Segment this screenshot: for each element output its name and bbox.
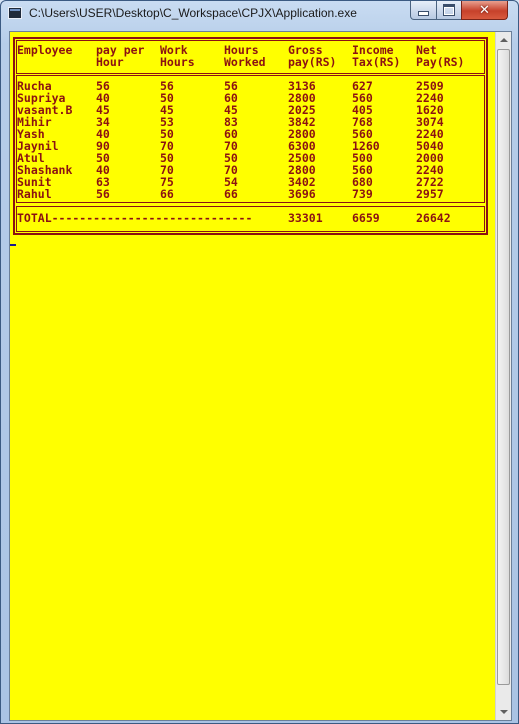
console-client-area[interactable]: Employee pay per Hour Work Hours Hours Work… (9, 31, 512, 721)
vertical-scrollbar[interactable] (495, 32, 511, 720)
table-row: Atul 50 50 50 2500 500 2000 (10, 152, 480, 164)
cell-pay-per-hour: 56 (96, 187, 110, 201)
total-net: 26642 (416, 211, 451, 225)
header-work-hours: Work Hours (160, 43, 195, 69)
scroll-thumb[interactable] (497, 49, 510, 685)
table-row: Jaynil 90 70 70 6300 1260 5040 (10, 140, 480, 152)
total-gross: 33301 (288, 211, 323, 225)
text-cursor (10, 244, 16, 246)
cell-work-hours: 66 (160, 187, 174, 201)
table-row: vasant.B 45 45 45 2025 405 1620 (10, 104, 480, 116)
table-row: Shashank 40 70 70 2800 560 2240 (10, 164, 480, 176)
cell-hours-worked: 66 (224, 187, 238, 201)
close-button[interactable]: ✕ (461, 1, 508, 20)
maximize-icon (443, 4, 455, 16)
cell-employee-name: Rahul (17, 187, 52, 201)
cell-income-tax: 739 (352, 187, 373, 201)
scroll-down-button[interactable] (496, 704, 511, 720)
minimize-icon (418, 10, 429, 16)
cell-gross-pay: 3696 (288, 187, 316, 201)
total-label: TOTAL----------------------------- (17, 211, 253, 225)
table-row: Supriya 40 50 60 2800 560 2240 (10, 92, 480, 104)
header-employee: Employee (17, 43, 73, 57)
table-row: Rahul 56 66 66 3696 739 2957 (10, 188, 480, 200)
console-output: Employee pay per Hour Work Hours Hours Work… (10, 32, 497, 720)
title-bar[interactable]: C:\Users\USER\Desktop\C_Workspace\CPJX\A… (1, 1, 518, 27)
window-title: C:\Users\USER\Desktop\C_Workspace\CPJX\A… (29, 6, 357, 20)
table-row: Sunit 63 75 54 3402 680 2722 (10, 176, 480, 188)
table-row: Rucha 56 56 56 3136 627 2509 (10, 80, 480, 92)
table-row: Mihir 34 53 83 3842 768 3074 (10, 116, 480, 128)
arrow-up-icon (499, 38, 508, 42)
scroll-up-button[interactable] (496, 32, 511, 48)
cell-net-pay: 2957 (416, 187, 444, 201)
header-net-pay: Net Pay(RS) (416, 43, 465, 69)
arrow-down-icon (499, 710, 508, 714)
header-gross-pay: Gross pay(RS) (288, 43, 337, 69)
total-tax: 6659 (352, 211, 380, 225)
minimize-button[interactable] (410, 1, 437, 20)
header-income-tax: Income Tax(RS) (352, 43, 401, 69)
table-row: Yash 40 50 60 2800 560 2240 (10, 128, 480, 140)
console-window: C:\Users\USER\Desktop\C_Workspace\CPJX\A… (0, 0, 519, 724)
header-pay-per-hour: pay per Hour (96, 43, 145, 69)
console-app-icon (8, 7, 22, 19)
close-icon: ✕ (479, 2, 490, 18)
header-hours-worked: Hours Worked (224, 43, 266, 69)
maximize-button[interactable] (436, 1, 462, 20)
